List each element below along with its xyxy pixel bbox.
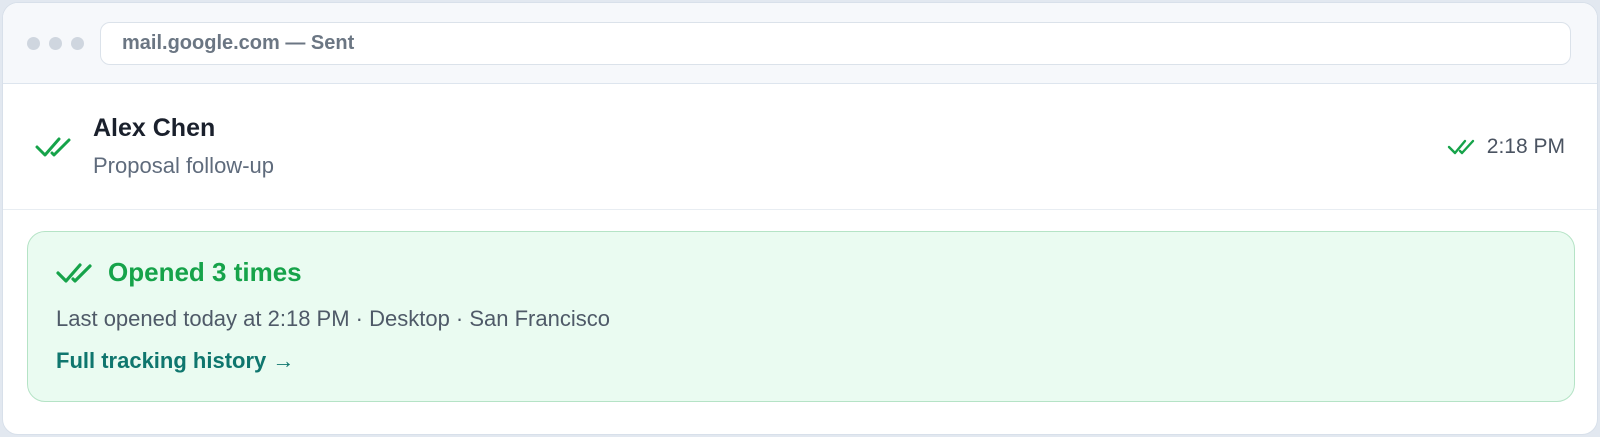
address-bar-text: mail.google.com — Sent bbox=[122, 31, 355, 54]
last-opened-detail: Last opened today at 2:18 PM · Desktop ·… bbox=[56, 306, 610, 331]
email-time: 2:18 PM bbox=[1486, 134, 1565, 158]
open-count-status: Opened 3 times bbox=[108, 257, 302, 287]
sender-name: Alex Chen bbox=[93, 114, 216, 142]
double-check-icon bbox=[56, 262, 92, 283]
read-receipt-icon bbox=[1447, 139, 1474, 154]
minimize-window-dot[interactable] bbox=[49, 36, 62, 50]
title-bar: mail.google.com — Sent bbox=[3, 3, 1597, 84]
email-meta: 2:18 PM bbox=[1447, 135, 1565, 159]
maximize-window-dot[interactable] bbox=[71, 36, 84, 50]
address-bar[interactable]: mail.google.com — Sent bbox=[100, 21, 1571, 65]
email-summary: Alex Chen Proposal follow-up bbox=[93, 114, 1447, 179]
window-controls bbox=[27, 36, 84, 50]
tracking-header: Opened 3 times bbox=[56, 257, 1546, 288]
sent-email-row[interactable]: Alex Chen Proposal follow-up 2:18 PM bbox=[3, 84, 1597, 210]
double-check-icon bbox=[35, 137, 71, 156]
close-window-dot[interactable] bbox=[27, 36, 40, 50]
email-subject: Proposal follow-up bbox=[93, 153, 274, 178]
browser-window: mail.google.com — Sent Alex Chen Proposa… bbox=[2, 2, 1598, 435]
full-tracking-history-link[interactable]: Full tracking history → bbox=[56, 348, 294, 374]
tracking-panel: Opened 3 times Last opened today at 2:18… bbox=[27, 231, 1575, 402]
